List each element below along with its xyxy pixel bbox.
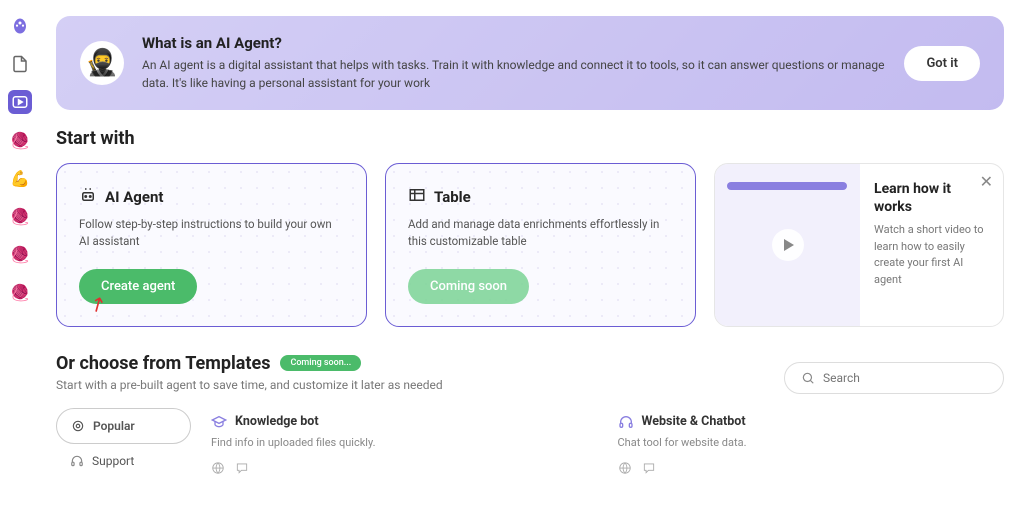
search-box[interactable] [784,362,1004,394]
banner-description: An AI agent is a digital assistant that … [142,56,886,92]
learn-card: ✕ Learn how it works Watch a short video… [714,163,1004,327]
chat-icon [642,461,656,475]
ninja-avatar-icon: 🥷 [80,41,124,85]
play-button-icon[interactable] [772,229,804,261]
template-title: Knowledge bot [235,414,319,429]
section-title: Start with [56,128,1004,149]
logo-icon[interactable] [8,14,32,38]
document-icon[interactable] [8,52,32,76]
got-it-button[interactable]: Got it [904,46,980,81]
table-icon [408,186,426,208]
robot-icon [79,186,97,208]
card-title: AI Agent [105,188,163,206]
play-icon[interactable] [8,90,32,114]
chat-icon [235,461,249,475]
nav-popular[interactable]: Popular [56,408,191,444]
headset-icon [618,414,634,430]
video-thumbnail[interactable] [715,164,860,326]
globe-icon [211,461,225,475]
headset-icon [70,454,84,468]
card-description: Follow step-by-step instructions to buil… [79,216,344,251]
brain-icon-2[interactable]: 🧶 [8,204,32,228]
template-knowledge-bot[interactable]: Knowledge bot Find info in uploaded file… [211,408,598,481]
target-icon [71,419,85,433]
main-content: 🥷 What is an AI Agent? An AI agent is a … [40,0,1024,509]
nav-label: Support [92,454,134,468]
table-card[interactable]: Table Add and manage data enrichments ef… [385,163,696,327]
banner-title: What is an AI Agent? [142,34,886,52]
card-description: Add and manage data enrichments effortle… [408,216,673,251]
template-description: Chat tool for website data. [618,436,1005,449]
template-website-chatbot[interactable]: Website & Chatbot Chat tool for website … [618,408,1005,481]
arm-icon[interactable]: 💪 [8,166,32,190]
coming-soon-badge: Coming soon... [280,355,361,371]
learn-description: Watch a short video to learn how to easi… [874,222,989,288]
nav-support[interactable]: Support [56,444,191,478]
graduation-icon [211,414,227,430]
close-icon[interactable]: ✕ [980,172,993,191]
card-title: Table [434,188,471,206]
ai-agent-card[interactable]: AI Agent Follow step-by-step instruction… [56,163,367,327]
brain-icon-1[interactable]: 🧶 [8,128,32,152]
search-icon [801,371,815,385]
search-input[interactable] [823,371,987,385]
brain-icon-3[interactable]: 🧶 [8,242,32,266]
learn-title: Learn how it works [874,180,989,216]
nav-label: Popular [93,419,135,433]
coming-soon-button: Coming soon [408,269,529,304]
left-sidebar: 🧶 💪 🧶 🧶 🧶 [0,0,40,509]
brain-icon-4[interactable]: 🧶 [8,280,32,304]
template-nav: Popular Support [56,408,191,481]
templates-title: Or choose from Templates [56,353,270,374]
template-description: Find info in uploaded files quickly. [211,436,598,449]
globe-icon [618,461,632,475]
info-banner: 🥷 What is an AI Agent? An AI agent is a … [56,16,1004,110]
template-title: Website & Chatbot [642,414,746,429]
